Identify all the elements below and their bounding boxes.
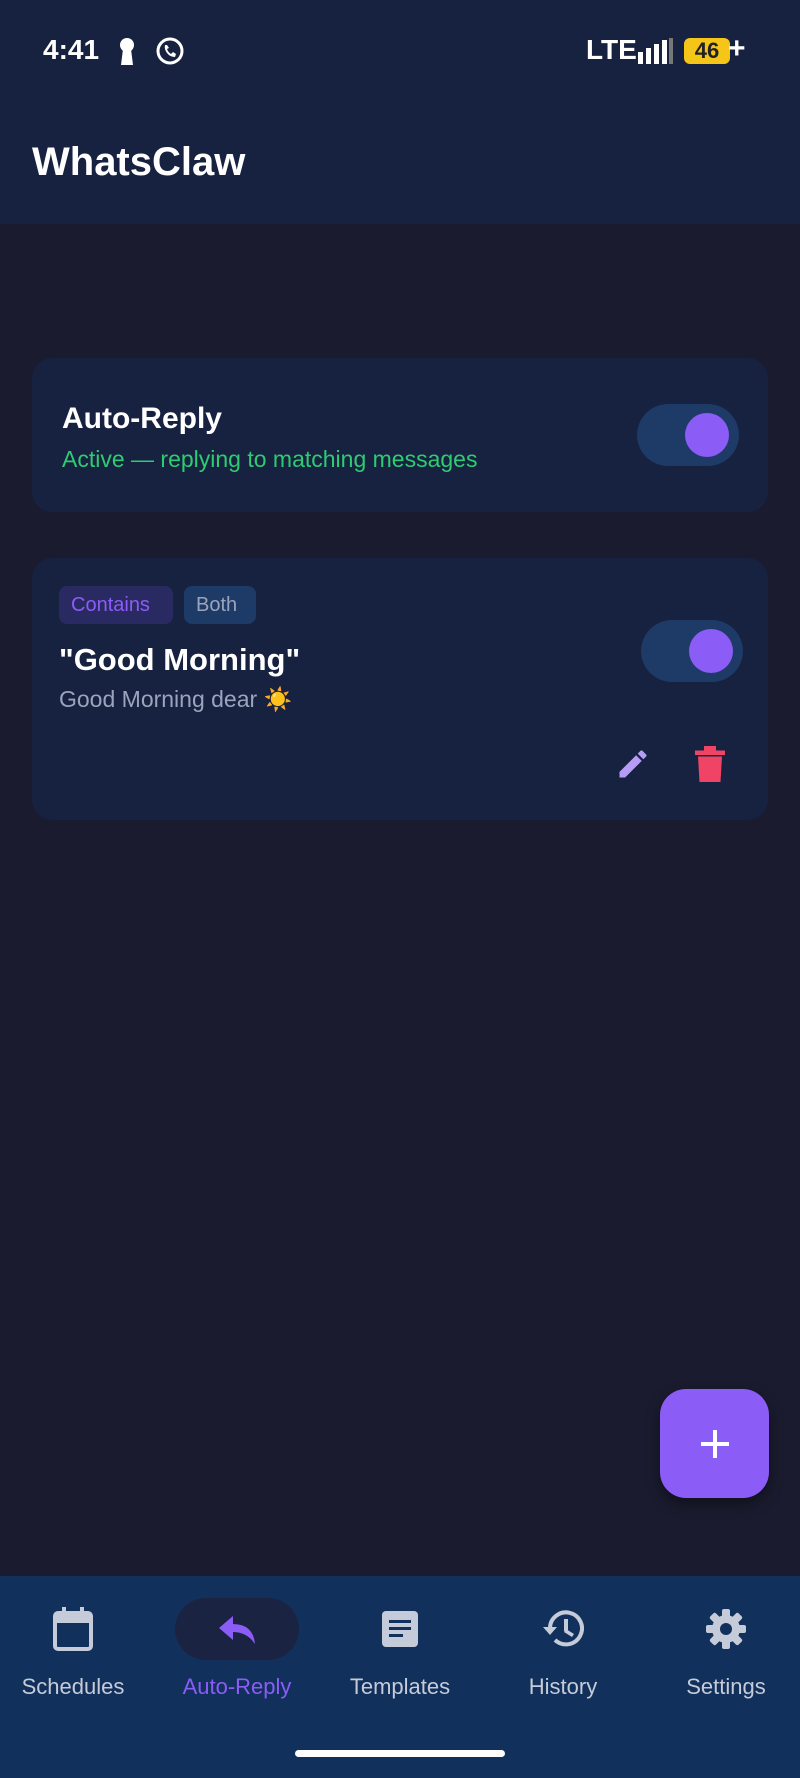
- charging-indicator: +: [728, 32, 746, 65]
- status-time: 4:41: [43, 34, 100, 65]
- rule-reply-text: Good Morning dear ☀️: [59, 686, 293, 712]
- battery-level: 46: [694, 38, 720, 63]
- bottom-nav: Schedules Auto-Reply Templates History S…: [0, 1576, 800, 1778]
- history-icon: [543, 1610, 584, 1647]
- edit-icon[interactable]: [615, 746, 651, 782]
- auto-reply-card: Auto-Reply Active — replying to matching…: [32, 358, 768, 512]
- rule-keyword: "Good Morning": [59, 642, 301, 677]
- nav-item-templates[interactable]: Templates: [320, 1576, 480, 1726]
- app-title: WhatsClaw: [32, 140, 246, 184]
- home-indicator[interactable]: [295, 1750, 505, 1757]
- status-bar: 4:41 LTE 46 +: [0, 0, 800, 100]
- nav-label-auto-reply: Auto-Reply: [182, 1674, 292, 1699]
- nav-item-schedules[interactable]: Schedules: [0, 1576, 153, 1726]
- calendar-icon: [53, 1607, 93, 1651]
- add-rule-button[interactable]: [660, 1389, 769, 1498]
- nav-label-schedules: Schedules: [21, 1674, 125, 1699]
- keyhole-icon: [120, 38, 134, 65]
- nav-item-auto-reply[interactable]: Auto-Reply: [157, 1576, 317, 1726]
- nav-item-history[interactable]: History: [483, 1576, 643, 1726]
- whatsapp-notification-icon: [156, 37, 184, 65]
- signal-icon: [638, 38, 673, 64]
- auto-reply-title: Auto-Reply: [62, 402, 222, 435]
- nav-item-settings[interactable]: Settings: [646, 1576, 800, 1726]
- auto-reply-toggle[interactable]: [637, 404, 739, 466]
- toggle-knob: [685, 413, 729, 457]
- plus-icon: [700, 1429, 729, 1458]
- nav-label-history: History: [528, 1674, 598, 1699]
- document-icon: [382, 1611, 418, 1647]
- gear-icon: [706, 1609, 746, 1649]
- rule-toggle[interactable]: [641, 620, 743, 682]
- scope-chip: Both: [184, 586, 256, 624]
- battery-icon: 46: [684, 38, 730, 64]
- network-label: LTE: [586, 34, 637, 65]
- delete-icon[interactable]: [695, 746, 725, 782]
- nav-label-templates: Templates: [349, 1674, 451, 1699]
- toggle-knob: [689, 629, 733, 673]
- auto-reply-status: Active — replying to matching messages: [62, 446, 478, 472]
- rule-card[interactable]: Contains Both "Good Morning" Good Mornin…: [32, 558, 768, 820]
- match-type-chip: Contains: [59, 586, 173, 624]
- nav-label-settings: Settings: [686, 1674, 766, 1699]
- reply-icon: [219, 1616, 255, 1644]
